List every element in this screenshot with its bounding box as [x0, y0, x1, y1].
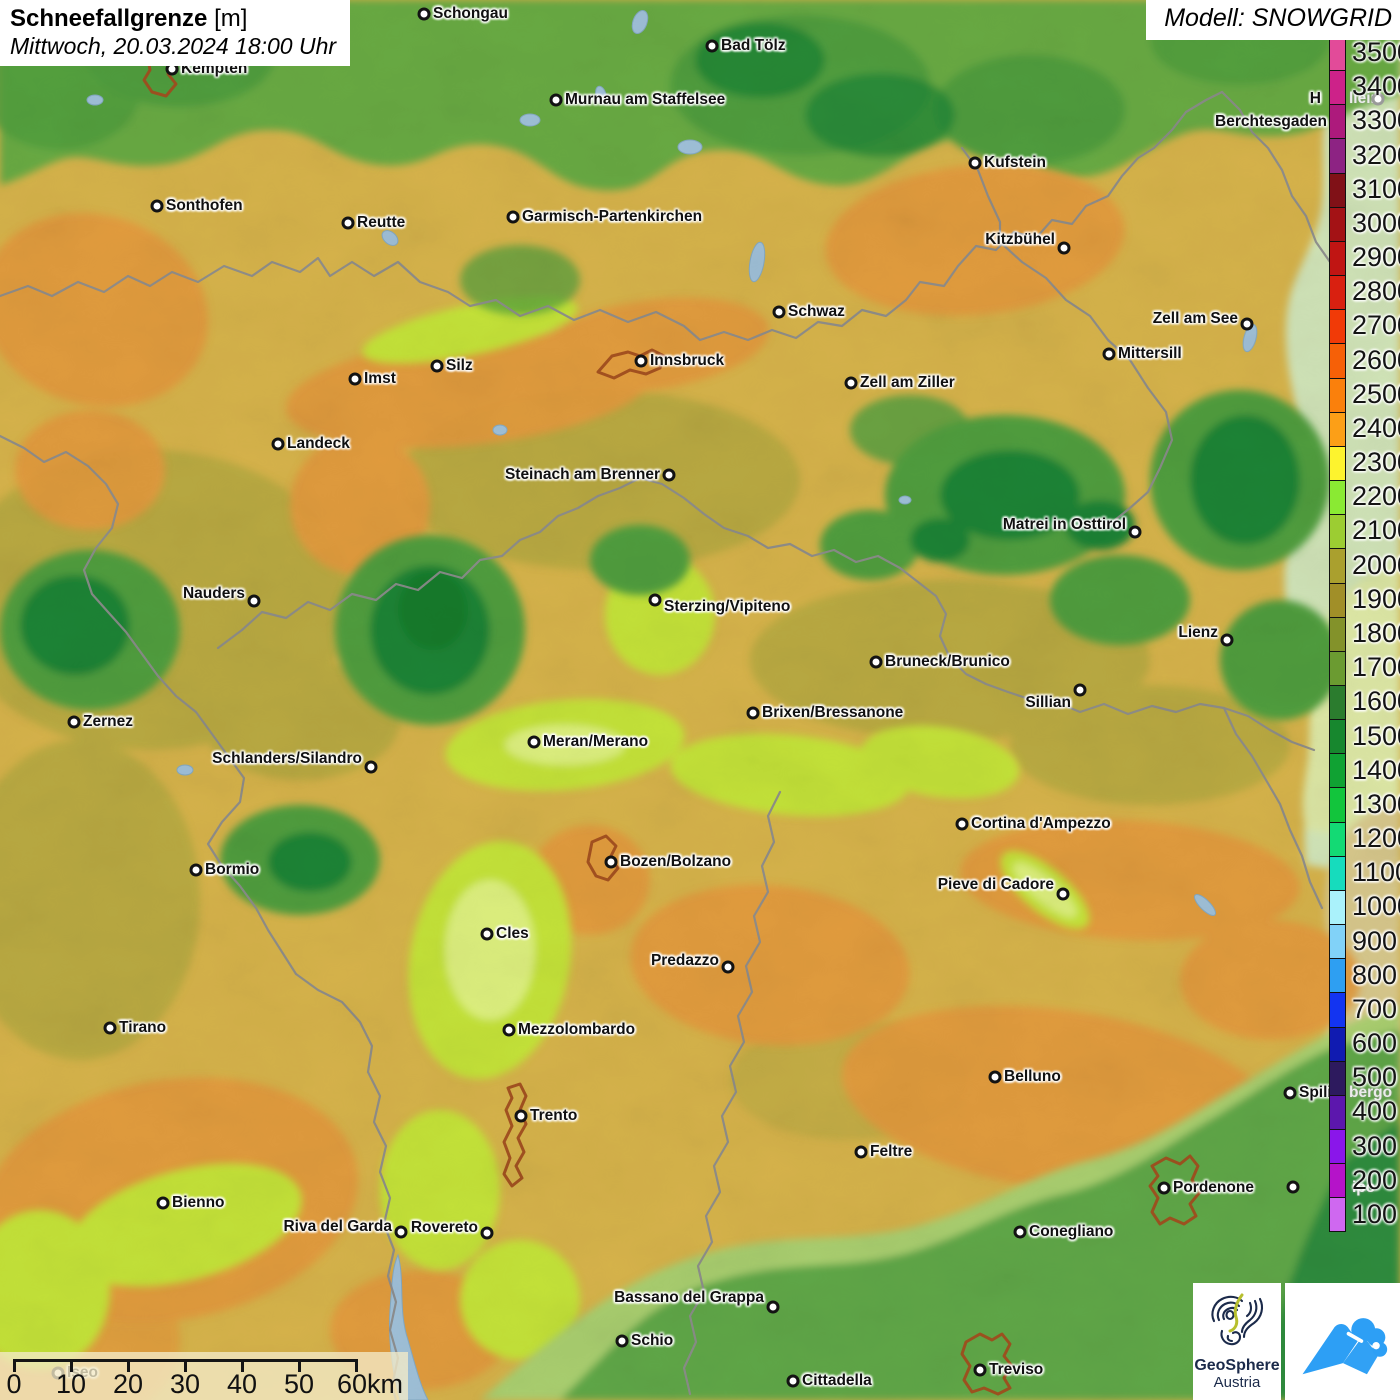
title-unit: [m] [207, 5, 247, 32]
legend-swatch [1330, 1197, 1345, 1231]
geosphere-logo-box: GeoSphere Austria [1193, 1283, 1281, 1400]
timestamp: Mittwoch, 20.03.2024 18:00 Uhr [10, 33, 336, 59]
legend-value-label: 2200 [1352, 483, 1400, 510]
legend-swatch [1330, 446, 1345, 480]
legend-value-label: 100 [1352, 1201, 1397, 1228]
color-scale-bar [1329, 35, 1346, 1232]
legend-value-label: 2000 [1352, 552, 1400, 579]
scalebar-label: 50 [284, 1369, 314, 1400]
legend-swatch [1330, 583, 1345, 617]
distance-scalebar: 0 10 20 30 40 50 60km [0, 1352, 408, 1400]
legend-swatch [1330, 958, 1345, 992]
legend-swatch [1330, 207, 1345, 241]
legend-value-label: 3300 [1352, 107, 1400, 134]
legend-value-label: 400 [1352, 1098, 1397, 1125]
legend-swatch [1330, 70, 1345, 104]
legend-swatch [1330, 753, 1345, 787]
legend-swatch [1330, 275, 1345, 309]
legend-swatch [1330, 548, 1345, 582]
legend-value-label: 700 [1352, 996, 1397, 1023]
weather-map-product: SchongauBad TölzKemptenMurnau am Staffel… [0, 0, 1400, 1400]
legend-swatch [1330, 343, 1345, 377]
legend-swatch [1330, 412, 1345, 446]
legend-swatch [1330, 309, 1345, 343]
legend-swatch [1330, 890, 1345, 924]
legend-value-label: 3400 [1352, 73, 1400, 100]
legend-swatch [1330, 1129, 1345, 1163]
model-name: Modell: SNOWGRID [1164, 4, 1392, 33]
legend-value-label: 900 [1352, 928, 1397, 955]
legend-swatch [1330, 173, 1345, 207]
title-main: Schneefallgrenze [10, 5, 207, 32]
legend-swatch [1330, 719, 1345, 753]
model-box: Modell: SNOWGRID [1146, 0, 1400, 40]
legend-swatch [1330, 138, 1345, 172]
legend-swatch [1330, 651, 1345, 685]
legend-value-label: 2100 [1352, 517, 1400, 544]
legend-value-label: 3500 [1352, 39, 1400, 66]
legend-value-label: 500 [1352, 1064, 1397, 1091]
legend-value-label: 3000 [1352, 210, 1400, 237]
legend-value-label: 1300 [1352, 791, 1400, 818]
legend-value-label: 200 [1352, 1167, 1397, 1194]
legend-value-label: 1800 [1352, 620, 1400, 647]
legend-value-label: 2800 [1352, 278, 1400, 305]
partner-logo-box [1285, 1283, 1400, 1400]
legend-value-label: 800 [1352, 962, 1397, 989]
legend-value-label: 600 [1352, 1030, 1397, 1057]
legend-value-label: 2900 [1352, 244, 1400, 271]
scalebar-label: 60km [337, 1369, 403, 1400]
legend-value-label: 2600 [1352, 347, 1400, 374]
legend-value-label: 1100 [1352, 859, 1400, 886]
scalebar-label: 40 [227, 1369, 257, 1400]
legend-value-label: 1500 [1352, 723, 1400, 750]
legend-swatch [1330, 924, 1345, 958]
clipped-label-layer: lleinbergoipo [0, 0, 1400, 1400]
legend-swatch [1330, 104, 1345, 138]
legend-swatch [1330, 378, 1345, 412]
legend-value-label: 2400 [1352, 415, 1400, 442]
legend-swatch [1330, 1061, 1345, 1095]
legend-value-label: 1900 [1352, 586, 1400, 613]
legend-swatch [1330, 241, 1345, 275]
legend-swatch [1330, 787, 1345, 821]
legend-swatch [1330, 1095, 1345, 1129]
page-title: Schneefallgrenze [m] [10, 5, 336, 33]
legend-swatch [1330, 514, 1345, 548]
legend-value-label: 3200 [1352, 142, 1400, 169]
scalebar-label: 0 [6, 1369, 21, 1400]
legend-value-label: 1000 [1352, 893, 1400, 920]
scalebar-label: 30 [170, 1369, 200, 1400]
legend-value-label: 2300 [1352, 449, 1400, 476]
legend-value-label: 300 [1352, 1133, 1397, 1160]
legend-value-label: 2700 [1352, 312, 1400, 339]
legend-swatch [1330, 1027, 1345, 1061]
scalebar-label: 20 [113, 1369, 143, 1400]
legend-swatch [1330, 856, 1345, 890]
legend-value-label: 1700 [1352, 654, 1400, 681]
geosphere-contours-icon [1206, 1287, 1268, 1351]
legend-value-label: 1200 [1352, 825, 1400, 852]
legend-swatch [1330, 1163, 1345, 1197]
geosphere-logo-text: GeoSphere [1193, 1357, 1281, 1375]
geosphere-logo-subtext: Austria [1193, 1375, 1281, 1392]
mountain-cloud-logo-icon [1297, 1300, 1389, 1384]
legend-value-label: 1600 [1352, 688, 1400, 715]
legend-swatch [1330, 480, 1345, 514]
legend-swatch [1330, 685, 1345, 719]
legend-value-label: 1400 [1352, 757, 1400, 784]
legend-value-label: 3100 [1352, 176, 1400, 203]
legend-value-label: 2500 [1352, 381, 1400, 408]
legend-swatch [1330, 822, 1345, 856]
legend-swatch [1330, 36, 1345, 70]
title-box: Schneefallgrenze [m] Mittwoch, 20.03.202… [0, 0, 350, 66]
legend-swatch [1330, 617, 1345, 651]
legend-swatch [1330, 992, 1345, 1026]
scalebar-label: 10 [56, 1369, 86, 1400]
